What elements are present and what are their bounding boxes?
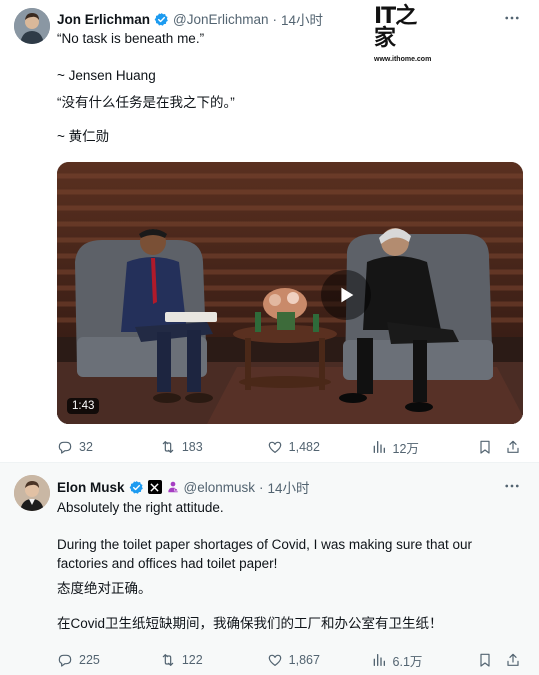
action-bar: 225 122 1,867 6.1万 xyxy=(57,650,521,670)
reply-button[interactable]: 225 xyxy=(57,652,160,668)
share-button[interactable] xyxy=(505,439,521,455)
author-name[interactable]: Elon Musk xyxy=(57,480,125,495)
action-bar: 32 183 1,482 12万 xyxy=(57,437,521,457)
person-badge-icon[interactable] xyxy=(166,480,180,494)
views-icon xyxy=(373,441,385,453)
like-button[interactable]: 1,482 xyxy=(267,439,371,455)
bookmark-icon xyxy=(480,653,490,667)
x-badge-icon[interactable] xyxy=(147,480,162,494)
tweet-line: ~ 黄仁勋 xyxy=(57,129,110,144)
like-count: 1,867 xyxy=(288,653,320,667)
repost-button[interactable]: 122 xyxy=(160,652,267,668)
separator-dot: · xyxy=(259,479,264,495)
video-player[interactable]: 1:43 xyxy=(57,162,523,424)
more-icon[interactable] xyxy=(503,9,521,30)
tweet-jon-erlichman: Jon Erlichman @JonErlichman · 14小时 IT之家 … xyxy=(0,0,539,463)
tweet-line: 态度绝对正确。 xyxy=(57,581,152,596)
separator-dot: · xyxy=(272,11,278,27)
tweet-line: ~ Jensen Huang xyxy=(57,68,156,83)
share-button[interactable] xyxy=(505,652,521,668)
reply-count: 225 xyxy=(79,653,100,667)
tweet-text: 态度绝对正确。 xyxy=(57,580,152,597)
watermark-logo: IT之家 www.ithome.com xyxy=(374,6,436,64)
verified-icon xyxy=(129,480,143,494)
avatar[interactable] xyxy=(14,8,50,44)
tweet-line: factories and offices had toilet paper! xyxy=(57,556,278,571)
repost-icon xyxy=(162,654,174,666)
tweet-elon-musk: Elon Musk @elonmusk · 14小时 Absolutely th… xyxy=(0,463,539,675)
bookmark-button[interactable] xyxy=(477,439,505,455)
post-time[interactable]: 14小时 xyxy=(268,477,310,497)
share-icon xyxy=(507,653,519,666)
like-icon xyxy=(268,441,281,453)
tweet-line: 在Covid卫生纸短缺期间，我确保我们的工厂和办公室有卫生纸！ xyxy=(57,616,443,631)
reply-icon xyxy=(58,441,72,454)
views-count: 6.1万 xyxy=(392,654,423,669)
verified-icon xyxy=(154,12,168,26)
reply-icon xyxy=(58,654,72,667)
bookmark-button[interactable] xyxy=(477,652,505,668)
tweet-line: Absolutely the right attitude. xyxy=(57,500,224,515)
repost-button[interactable]: 183 xyxy=(160,439,267,455)
play-icon[interactable] xyxy=(321,270,371,320)
tweet-line: During the toilet paper shortages of Cov… xyxy=(57,537,472,552)
author-name[interactable]: Jon Erlichman xyxy=(57,12,150,27)
views-button[interactable]: 12万 xyxy=(371,438,478,457)
video-duration: 1:43 xyxy=(67,398,100,414)
tweet-text: 在Covid卫生纸短缺期间，我确保我们的工厂和办公室有卫生纸！ xyxy=(57,615,443,632)
tweet-text: “没有什么任务是在我之下的。” xyxy=(57,94,235,111)
views-icon xyxy=(373,654,385,666)
video-thumbnail xyxy=(57,162,523,424)
author-handle[interactable]: @JonErlichman xyxy=(173,12,269,27)
reply-count: 32 xyxy=(79,440,93,454)
tweet-text: ~ Jensen Huang xyxy=(57,67,156,84)
tweet-text: “No task is beneath me.” xyxy=(57,30,204,47)
tweet-text: Absolutely the right attitude. xyxy=(57,499,224,516)
share-icon xyxy=(507,440,519,453)
repost-icon xyxy=(162,441,174,453)
repost-count: 122 xyxy=(181,653,203,667)
watermark-mark: IT之家 xyxy=(374,4,417,51)
author-handle[interactable]: @elonmusk xyxy=(184,480,255,495)
views-count: 12万 xyxy=(392,441,419,456)
views-button[interactable]: 6.1万 xyxy=(371,651,478,670)
tweet-header: Elon Musk @elonmusk · 14小时 xyxy=(57,477,310,497)
tweet-text: During the toilet paper shortages of Cov… xyxy=(57,536,472,572)
like-button[interactable]: 1,867 xyxy=(267,652,371,668)
repost-count: 183 xyxy=(181,440,203,454)
more-icon[interactable] xyxy=(503,477,521,498)
reply-button[interactable]: 32 xyxy=(57,439,160,455)
like-count: 1,482 xyxy=(288,440,320,454)
tweet-line: “没有什么任务是在我之下的。” xyxy=(57,95,235,110)
tweet-line: “No task is beneath me.” xyxy=(57,31,205,46)
like-icon xyxy=(268,654,281,666)
tweet-text: ~ 黄仁勋 xyxy=(57,128,109,145)
watermark-url: www.ithome.com xyxy=(374,56,432,63)
tweet-header: Jon Erlichman @JonErlichman · 14小时 xyxy=(57,9,323,29)
bookmark-icon xyxy=(480,440,490,454)
post-time[interactable]: 14小时 xyxy=(281,9,323,29)
avatar[interactable] xyxy=(14,475,50,511)
